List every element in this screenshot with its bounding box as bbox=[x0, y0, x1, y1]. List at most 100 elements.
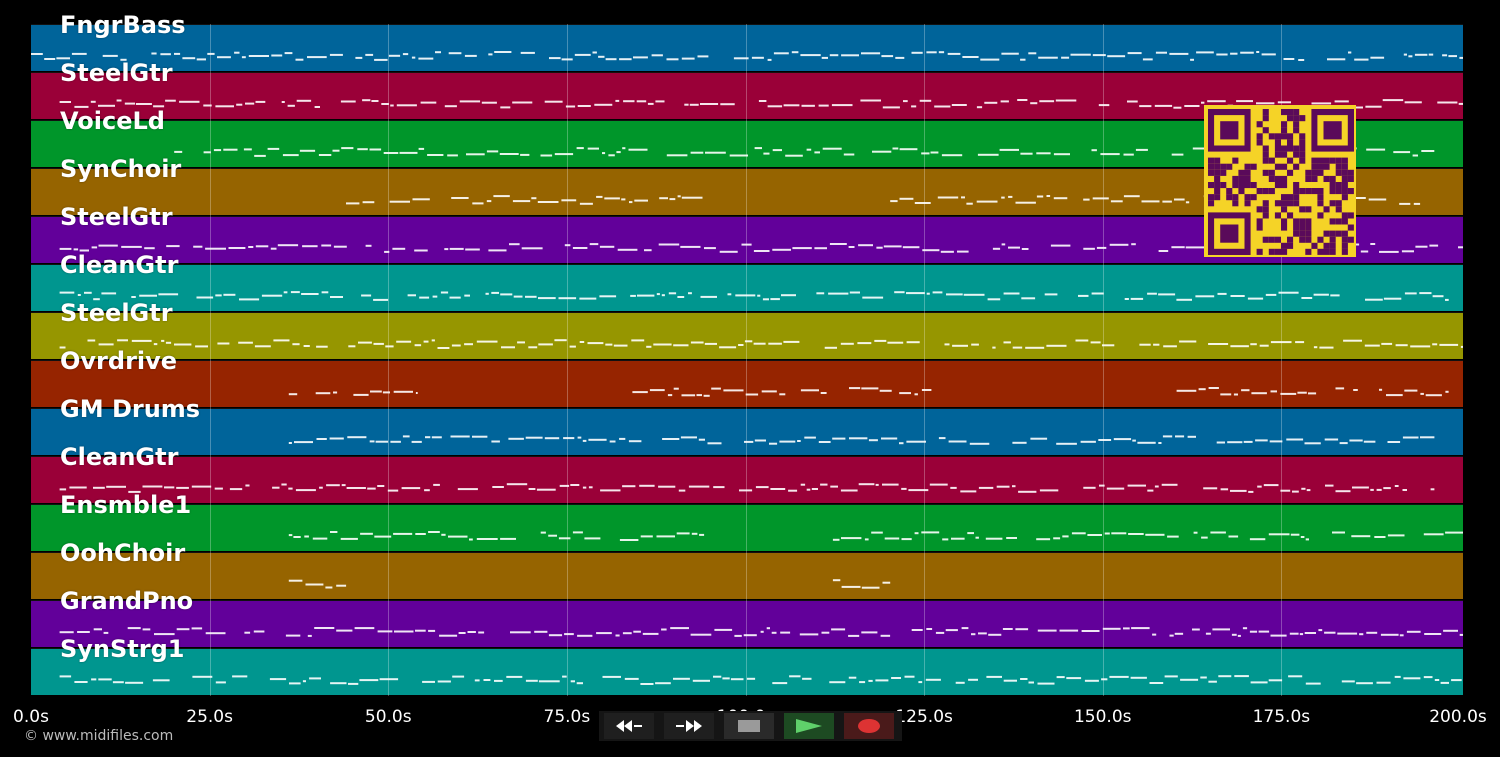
note bbox=[424, 489, 430, 492]
note bbox=[1230, 345, 1249, 348]
track-lane[interactable]: Ovrdrive bbox=[31, 347, 1463, 407]
note bbox=[802, 677, 812, 680]
note bbox=[131, 339, 152, 342]
note bbox=[929, 483, 948, 486]
track-lane[interactable]: CleanGtr bbox=[31, 251, 1463, 311]
track-lane[interactable]: SynStrg1 bbox=[31, 635, 1463, 695]
note bbox=[783, 340, 800, 343]
note bbox=[1247, 297, 1264, 300]
note bbox=[592, 51, 597, 54]
note bbox=[940, 250, 954, 253]
note bbox=[229, 488, 243, 491]
note bbox=[926, 628, 933, 630]
note bbox=[579, 297, 597, 300]
note bbox=[196, 58, 206, 61]
note bbox=[420, 101, 437, 104]
note bbox=[587, 342, 604, 345]
track-lane[interactable]: SteelGtr bbox=[31, 299, 1463, 359]
note bbox=[244, 631, 251, 634]
note bbox=[415, 533, 426, 535]
track-label: FngrBass bbox=[60, 11, 186, 39]
record-button[interactable] bbox=[844, 713, 894, 739]
note bbox=[1139, 343, 1151, 346]
note bbox=[1399, 634, 1404, 637]
note bbox=[330, 531, 338, 533]
note bbox=[1236, 100, 1253, 103]
note bbox=[1305, 538, 1309, 541]
note bbox=[301, 293, 319, 295]
note bbox=[389, 200, 410, 203]
note bbox=[1451, 679, 1462, 682]
note bbox=[418, 57, 434, 60]
note bbox=[1106, 487, 1125, 490]
note bbox=[508, 437, 524, 440]
note bbox=[1152, 633, 1157, 636]
note bbox=[681, 196, 703, 199]
note bbox=[1220, 393, 1232, 396]
note bbox=[387, 489, 399, 492]
note bbox=[458, 632, 466, 634]
note bbox=[512, 101, 533, 104]
note bbox=[1145, 533, 1165, 536]
note bbox=[396, 340, 412, 343]
note bbox=[288, 442, 292, 444]
note bbox=[1037, 682, 1055, 685]
note bbox=[1268, 533, 1290, 536]
note bbox=[947, 52, 961, 55]
rewind-button[interactable] bbox=[604, 713, 654, 739]
note bbox=[166, 245, 180, 248]
note bbox=[976, 200, 998, 203]
note bbox=[520, 51, 535, 54]
note bbox=[766, 627, 770, 630]
note bbox=[500, 537, 516, 540]
note bbox=[1459, 56, 1463, 59]
note bbox=[768, 342, 782, 345]
note bbox=[684, 103, 689, 106]
note bbox=[599, 245, 615, 248]
note bbox=[602, 675, 621, 678]
note bbox=[1158, 293, 1176, 296]
note bbox=[195, 345, 208, 348]
note bbox=[656, 535, 675, 538]
note bbox=[534, 630, 548, 633]
note bbox=[330, 296, 343, 298]
note bbox=[1092, 197, 1109, 200]
track-lane[interactable]: OohChoir bbox=[31, 539, 1463, 599]
track-lane[interactable]: CleanGtr bbox=[31, 443, 1463, 503]
note bbox=[1366, 631, 1378, 634]
note bbox=[302, 245, 318, 248]
note bbox=[102, 54, 118, 57]
track-lane[interactable]: FngrBass bbox=[31, 11, 1463, 71]
note bbox=[112, 681, 124, 684]
note bbox=[295, 58, 304, 61]
note bbox=[299, 149, 316, 152]
note bbox=[926, 51, 937, 54]
track-lane[interactable]: GrandPno bbox=[31, 587, 1463, 647]
note bbox=[254, 345, 271, 348]
note bbox=[500, 106, 511, 109]
note bbox=[1012, 485, 1016, 488]
note bbox=[1256, 51, 1260, 53]
note bbox=[828, 292, 849, 295]
note bbox=[1381, 342, 1393, 345]
play-button[interactable] bbox=[784, 713, 834, 739]
note bbox=[501, 346, 515, 349]
fast-forward-button[interactable] bbox=[664, 713, 714, 739]
note bbox=[903, 100, 908, 103]
track-lane[interactable]: Ensmble1 bbox=[31, 491, 1463, 551]
note bbox=[1305, 682, 1321, 685]
note bbox=[423, 340, 429, 343]
note bbox=[831, 104, 853, 107]
track-lane[interactable]: GM Drums bbox=[31, 395, 1463, 455]
stop-button[interactable] bbox=[724, 713, 774, 739]
note bbox=[622, 485, 636, 488]
note bbox=[1102, 627, 1121, 630]
note bbox=[1421, 150, 1435, 152]
note bbox=[1386, 394, 1403, 397]
note bbox=[1196, 51, 1214, 54]
note bbox=[574, 53, 591, 56]
note bbox=[1306, 489, 1311, 492]
note bbox=[1233, 393, 1238, 396]
track-label: SteelGtr bbox=[60, 203, 173, 231]
note bbox=[688, 292, 692, 295]
